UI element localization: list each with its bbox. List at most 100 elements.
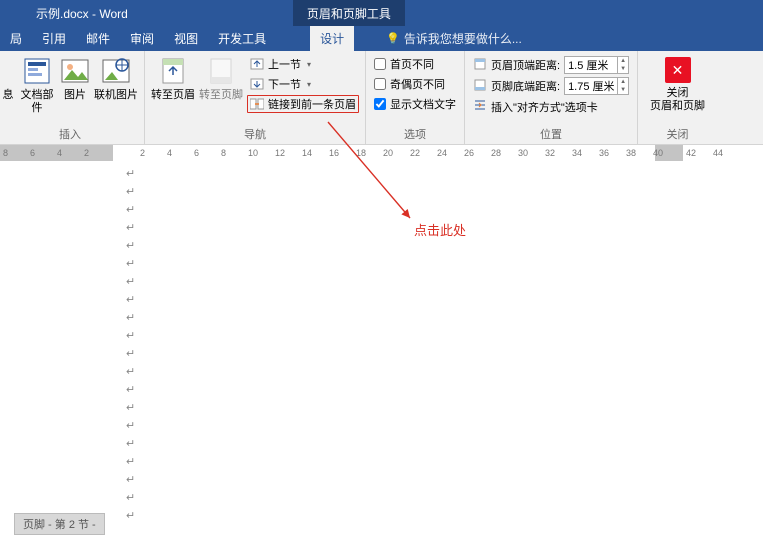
paragraph-mark: ↵ xyxy=(118,255,757,273)
ruler-tick: 4 xyxy=(57,148,62,158)
align-tab-icon xyxy=(473,98,487,115)
paragraph-mark: ↵ xyxy=(118,327,757,345)
paragraph-mark: ↵ xyxy=(118,417,757,435)
paragraph-mark: ↵ xyxy=(118,345,757,363)
ruler-tick: 32 xyxy=(545,148,555,158)
tab-view[interactable]: 视图 xyxy=(164,26,208,51)
prev-section-icon xyxy=(250,58,264,70)
info-button[interactable]: 息 xyxy=(0,53,16,102)
goto-header-icon xyxy=(157,55,189,87)
quick-parts-icon xyxy=(21,55,53,87)
goto-footer-icon xyxy=(205,55,237,87)
paragraph-mark: ↵ xyxy=(118,507,757,525)
tell-me-placeholder: 告诉我您想要做什么... xyxy=(404,30,522,47)
paragraph-mark: ↵ xyxy=(118,183,757,201)
show-document-text-checkbox[interactable]: 显示文档文字 xyxy=(374,96,456,112)
ruler-tick: 10 xyxy=(248,148,258,158)
lightbulb-icon: 💡 xyxy=(386,32,400,45)
tab-references[interactable]: 引用 xyxy=(32,26,76,51)
header-top-spinner[interactable]: 1.5 厘米 ▲▼ xyxy=(564,56,629,74)
ruler-tick: 20 xyxy=(383,148,393,158)
tab-design[interactable]: 设计 xyxy=(310,26,354,51)
next-section-label: 下一节 xyxy=(268,76,301,92)
ruler-tick: 30 xyxy=(518,148,528,158)
previous-section-button[interactable]: 上一节 xyxy=(247,55,359,73)
online-picture-button[interactable]: 联机图片 xyxy=(92,53,140,102)
ruler-tick: 42 xyxy=(686,148,696,158)
insert-alignment-tab-label: 插入"对齐方式"选项卡 xyxy=(491,99,598,115)
paragraph-mark: ↵ xyxy=(118,363,757,381)
link-to-previous-label: 链接到前一条页眉 xyxy=(268,96,356,112)
info-label: 息 xyxy=(3,89,14,102)
spin-down-icon[interactable]: ▼ xyxy=(618,65,628,73)
tab-layout[interactable]: 局 xyxy=(0,26,32,51)
ruler-tick: 24 xyxy=(437,148,447,158)
header-top-icon xyxy=(473,57,487,74)
online-picture-label: 联机图片 xyxy=(94,89,138,102)
spin-up-icon[interactable]: ▲ xyxy=(618,57,628,65)
prev-section-label: 上一节 xyxy=(268,56,301,72)
contextual-tool-title: 页眉和页脚工具 xyxy=(293,0,405,26)
ruler-tick: 34 xyxy=(572,148,582,158)
picture-icon xyxy=(59,55,91,87)
paragraph-mark: ↵ xyxy=(118,237,757,255)
group-options-label: 选项 xyxy=(370,124,460,144)
tab-developer[interactable]: 开发工具 xyxy=(208,26,276,51)
ruler-tick: 28 xyxy=(491,148,501,158)
group-close-label: 关闭 xyxy=(642,124,713,144)
link-icon xyxy=(250,98,264,110)
goto-footer-label: 转至页脚 xyxy=(199,89,243,102)
ribbon-tabbar: 局 引用 邮件 审阅 视图 开发工具 设计 💡 告诉我您想要做什么... xyxy=(0,26,763,51)
different-first-page-checkbox[interactable]: 首页不同 xyxy=(374,56,456,72)
picture-button[interactable]: 图片 xyxy=(58,53,92,102)
close-header-footer-label: 关闭 页眉和页脚 xyxy=(650,87,705,113)
footer-bottom-spinner[interactable]: 1.75 厘米 ▲▼ xyxy=(564,77,629,95)
ruler-tick: 26 xyxy=(464,148,474,158)
ruler-tick: 2 xyxy=(140,148,145,158)
ruler-tick: 14 xyxy=(302,148,312,158)
footer-bottom-label: 页脚底端距离: xyxy=(491,78,560,94)
different-odd-even-checkbox[interactable]: 奇偶页不同 xyxy=(374,76,456,92)
paragraph-mark: ↵ xyxy=(118,489,757,507)
ruler-tick: 18 xyxy=(356,148,366,158)
tell-me-search[interactable]: 💡 告诉我您想要做什么... xyxy=(378,26,530,51)
spin-down-icon[interactable]: ▼ xyxy=(618,86,628,94)
paragraph-mark: ↵ xyxy=(118,381,757,399)
header-top-value[interactable]: 1.5 厘米 xyxy=(565,57,617,73)
checkbox-showdoc[interactable] xyxy=(374,98,386,110)
quick-parts-label: 文档部件 xyxy=(18,89,56,115)
next-section-icon xyxy=(250,78,264,90)
different-first-page-label: 首页不同 xyxy=(390,56,434,72)
close-header-footer-button[interactable]: ✕ 关闭 页眉和页脚 xyxy=(642,53,713,113)
document-title: 示例.docx - Word xyxy=(0,5,128,22)
annotation-text: 点击此处 xyxy=(414,220,466,239)
picture-label: 图片 xyxy=(64,89,86,102)
ruler-tick: 6 xyxy=(30,148,35,158)
tab-mailings[interactable]: 邮件 xyxy=(76,26,120,51)
ruler-tick: 8 xyxy=(221,148,226,158)
header-top-label: 页眉顶端距离: xyxy=(491,57,560,73)
group-insert-label: 插入 xyxy=(0,124,140,144)
paragraph-mark: ↵ xyxy=(118,165,757,183)
link-to-previous-button[interactable]: 链接到前一条页眉 xyxy=(247,95,359,113)
ruler-tick: 36 xyxy=(599,148,609,158)
ruler-tick: 12 xyxy=(275,148,285,158)
ruler-tick: 40 xyxy=(653,148,663,158)
horizontal-ruler[interactable]: 8642246810121416182022242628303234363840… xyxy=(0,145,763,163)
checkbox-oddeven[interactable] xyxy=(374,78,386,90)
tab-review[interactable]: 审阅 xyxy=(120,26,164,51)
ruler-tick: 44 xyxy=(713,148,723,158)
footer-section-tab: 页脚 - 第 2 节 - xyxy=(14,513,105,535)
insert-alignment-tab-button[interactable]: 插入"对齐方式"选项卡 xyxy=(473,98,629,115)
ruler-tick: 4 xyxy=(167,148,172,158)
next-section-button[interactable]: 下一节 xyxy=(247,75,359,93)
checkbox-first[interactable] xyxy=(374,58,386,70)
goto-header-button[interactable]: 转至页眉 xyxy=(149,53,197,102)
quick-parts-button[interactable]: 文档部件 xyxy=(16,53,58,115)
spin-up-icon[interactable]: ▲ xyxy=(618,78,628,86)
close-icon: ✕ xyxy=(665,57,691,83)
paragraph-mark: ↵ xyxy=(118,435,757,453)
paragraph-mark: ↵ xyxy=(118,201,757,219)
show-document-text-label: 显示文档文字 xyxy=(390,96,456,112)
footer-bottom-value[interactable]: 1.75 厘米 xyxy=(565,78,617,94)
